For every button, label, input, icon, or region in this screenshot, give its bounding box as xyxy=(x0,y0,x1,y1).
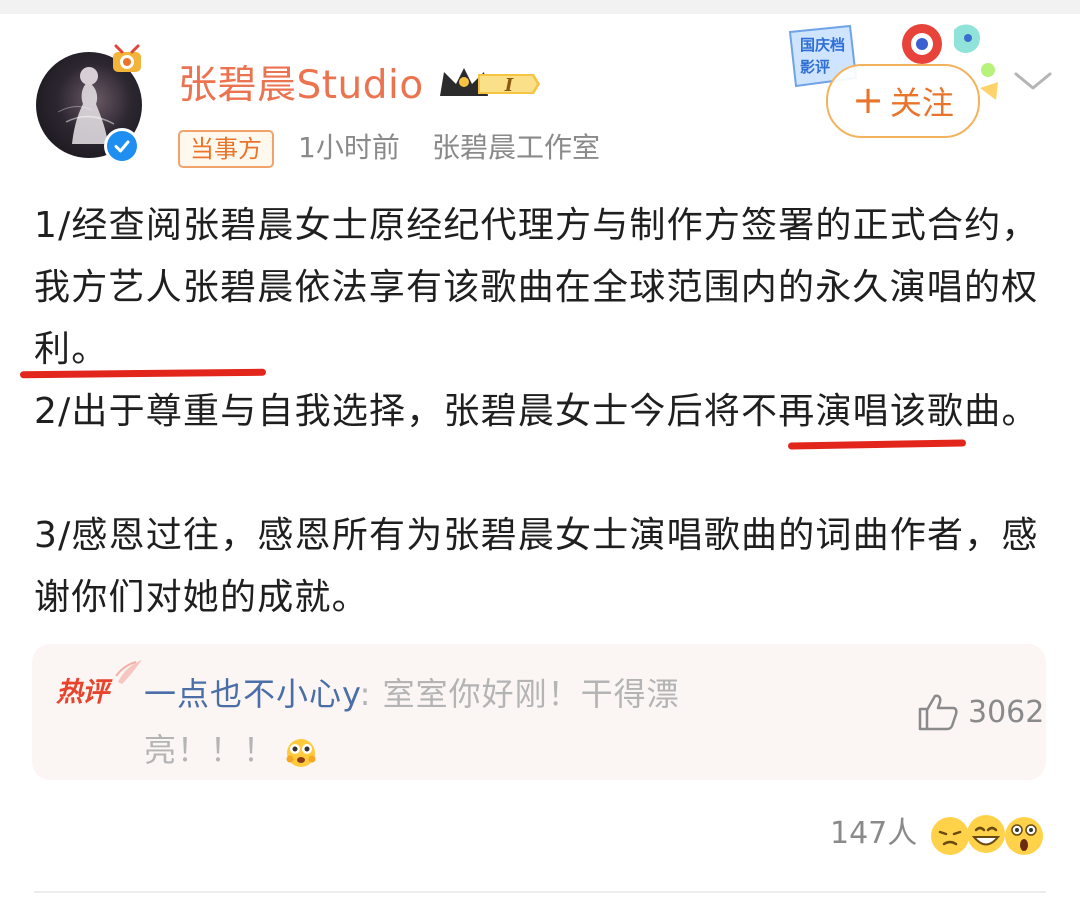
post-paragraph-1: 1/经查阅张碧晨女士原经纪代理方与制作方签署的正式合约，我方艺人张碧晨依法享有该… xyxy=(34,195,1044,381)
decor-text: 国庆档 xyxy=(800,36,845,54)
emoji-annoyed-icon xyxy=(931,817,969,855)
divider xyxy=(34,891,1046,893)
follow-button[interactable]: + 关注 xyxy=(826,64,980,138)
verified-badge xyxy=(104,128,140,164)
comment-separator: : xyxy=(359,675,383,713)
like-button[interactable]: 3062 xyxy=(916,692,1044,732)
post-text-highlight: 永久演唱的权 xyxy=(815,267,1039,308)
post-time: 1小时前 xyxy=(298,131,400,164)
post-text: 利。 xyxy=(34,329,109,370)
hot-wing-icon xyxy=(115,660,142,684)
post-paragraph-2: 2/出于尊重与自我选择，张碧晨女士今后将不再演唱该歌曲。 xyxy=(34,381,1044,443)
like-count: 3062 xyxy=(968,694,1045,730)
comment-body: 一点也不小心y: 室室你好刚！干得漂亮！！！ xyxy=(144,666,804,778)
follow-label: 关注 xyxy=(889,84,954,122)
top-strip xyxy=(0,0,1080,14)
plus-icon: + xyxy=(852,77,884,122)
crown-badge-icon[interactable]: I xyxy=(436,62,542,106)
reaction-emojis[interactable] xyxy=(928,810,1048,860)
username[interactable]: 张碧晨Studio xyxy=(178,62,424,110)
chevron-down-icon[interactable] xyxy=(1010,66,1056,96)
reaction-count[interactable]: 147人 xyxy=(830,812,917,856)
level-badge-text: I xyxy=(504,75,514,96)
hot-comment-tag: 热评 xyxy=(56,677,109,708)
emoji-face-icon xyxy=(286,739,316,767)
emoji-shocked-icon xyxy=(1005,817,1043,855)
verified-icon xyxy=(114,140,130,153)
emoji-grin-icon xyxy=(967,815,1005,853)
thumbs-up-icon xyxy=(918,694,958,731)
post-source[interactable]: 张碧晨工作室 xyxy=(432,129,600,167)
post-paragraph-3: 3/感恩过往，感恩所有为张碧晨女士演唱歌曲的词曲作者，感谢你们对她的成就。 xyxy=(34,515,1039,618)
comment-username[interactable]: 一点也不小心y xyxy=(144,675,360,713)
svg-text:影评: 影评 xyxy=(800,58,830,76)
hot-comment[interactable]: 热评 一点也不小心y: 室室你好刚！干得漂亮！！！ 3062 xyxy=(32,644,1046,780)
avatar-pendant-icon xyxy=(113,44,141,72)
post-text: 2/出于尊重与自我选择，张碧晨女士今后将 xyxy=(34,391,742,432)
post-text: 该歌曲。 xyxy=(889,391,1039,432)
party-tag: 当事方 xyxy=(178,130,274,168)
post-text-highlight: 不再演唱 xyxy=(741,391,890,432)
